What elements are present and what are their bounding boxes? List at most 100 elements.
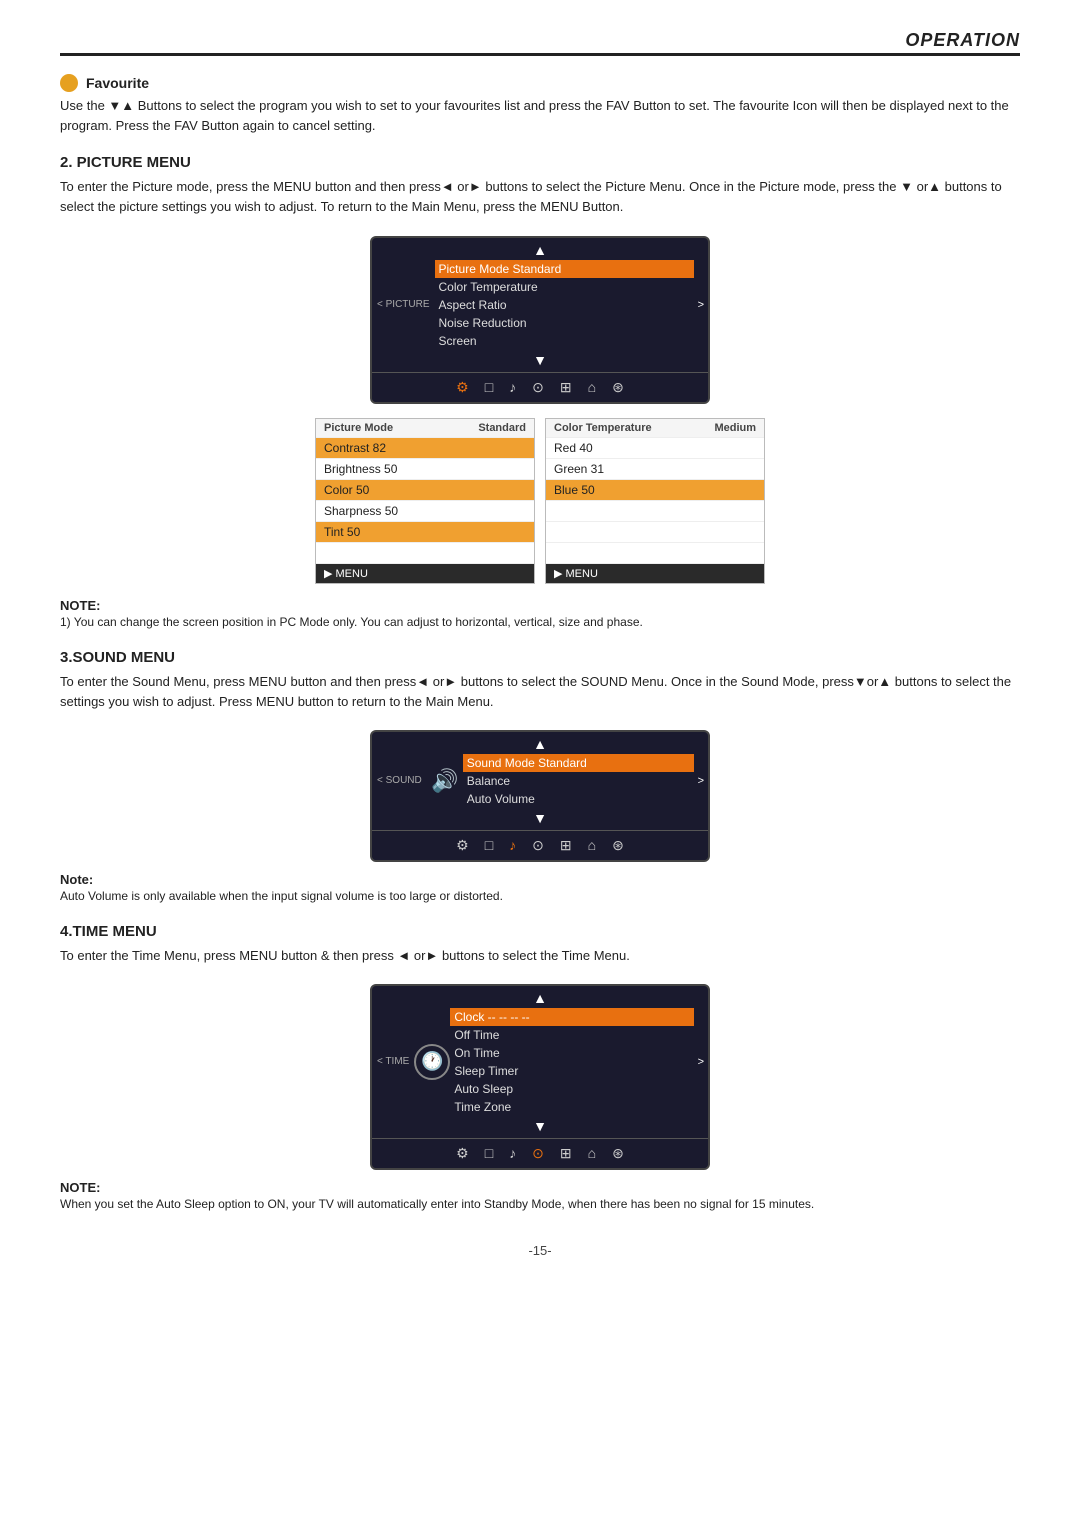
page-title: OPERATION bbox=[905, 30, 1020, 51]
display-icon3: □ bbox=[485, 1145, 493, 1162]
picture-contrast-row: Contrast 82 bbox=[316, 438, 534, 459]
time-note-title: NOTE: bbox=[60, 1180, 100, 1195]
clock-icon: 🕐 bbox=[414, 1044, 450, 1080]
picture-menu-item-1-text: Color Temperature bbox=[435, 280, 686, 294]
picture-left-panel-header: Picture Mode Standard bbox=[316, 419, 534, 438]
sound-menu-arrow-up: ▲ bbox=[372, 732, 708, 754]
sound-menu-description: To enter the Sound Menu, press MENU butt… bbox=[60, 672, 1020, 712]
time-note-section: NOTE: When you set the Auto Sleep option… bbox=[60, 1180, 1020, 1213]
time-menu-title: 4.TIME MENU bbox=[60, 923, 1020, 940]
picture-tint-row: Tint 50 bbox=[316, 522, 534, 543]
time-menu-item-1-text: Off Time bbox=[450, 1028, 685, 1042]
sound-speaker-icon: 🔊 bbox=[427, 763, 463, 799]
tint-label: Tint 50 bbox=[324, 525, 360, 539]
picture-menu-icon-bar: ⚙ □ ♪ ⊙ ⊞ ⌂ ⊛ bbox=[372, 372, 708, 402]
picture-menu-content-row: < PICTURE Picture Mode Standard Color Te… bbox=[372, 260, 708, 350]
sound-menu-item-0-text: Sound Mode Standard bbox=[463, 756, 686, 770]
picture-menu-left-label: < PICTURE bbox=[372, 299, 435, 310]
time-menu-item-4-text: Auto Sleep bbox=[450, 1082, 685, 1096]
picture-color-row: Color 50 bbox=[316, 480, 534, 501]
picture-left-menu-label: ▶ MENU bbox=[324, 567, 368, 580]
time-menu-item-2: On Time bbox=[450, 1044, 693, 1062]
contrast-label: Contrast 82 bbox=[324, 441, 386, 455]
sound-menu-item-0: Sound Mode Standard bbox=[463, 754, 694, 772]
blue-label: Blue 50 bbox=[554, 483, 595, 497]
picture-sharpness-row: Sharpness 50 bbox=[316, 501, 534, 522]
color-label: Color 50 bbox=[324, 483, 369, 497]
time-menu-left-label: < TIME bbox=[372, 1056, 414, 1067]
picture-menu-arrow-up: ▲ bbox=[372, 238, 708, 260]
time-menu-item-5-text: Time Zone bbox=[450, 1100, 685, 1114]
time-menu-arrow-up: ▲ bbox=[372, 986, 708, 1008]
picture-menu-item-1: Color Temperature bbox=[435, 278, 694, 296]
page: OPERATION Favourite Use the ▼▲ Buttons t… bbox=[0, 0, 1080, 1532]
sound-note-text: Auto Volume is only available when the i… bbox=[60, 887, 1020, 905]
color-temp-label: Color Temperature bbox=[554, 422, 652, 434]
picture-menu-item-4: Screen bbox=[435, 332, 694, 350]
time-menu-item-4: Auto Sleep bbox=[450, 1080, 693, 1098]
favourite-icon bbox=[60, 74, 78, 92]
display-icon2: □ bbox=[485, 837, 493, 854]
picture-menu-item-4-text: Screen bbox=[435, 334, 686, 348]
picture-right-panel: Color Temperature Medium Red 40 Green 31… bbox=[545, 418, 765, 584]
picture-menu-item-2-text: Aspect Ratio bbox=[435, 298, 686, 312]
picture-left-panel: Picture Mode Standard Contrast 82 Bright… bbox=[315, 418, 535, 584]
time-menu-icon-bar: ⚙ □ ♪ ⊙ ⊞ ⌂ ⊛ bbox=[372, 1138, 708, 1168]
picture-brightness-row: Brightness 50 bbox=[316, 459, 534, 480]
picture-menu-right-arrow: > bbox=[694, 299, 708, 311]
time-menu-content-row: < TIME 🕐 Clock -- -- -- -- Off Time On T… bbox=[372, 1008, 708, 1116]
picture-left-menu-row: ▶ MENU bbox=[316, 564, 534, 583]
sound-menu-arrow-down: ▼ bbox=[372, 808, 708, 830]
gear-icon2: ⚙ bbox=[456, 837, 469, 854]
picture-menu-description: To enter the Picture mode, press the MEN… bbox=[60, 177, 1020, 217]
time-menu-item-0: Clock -- -- -- -- bbox=[450, 1008, 693, 1026]
red-label: Red 40 bbox=[554, 441, 593, 455]
sound-icon: ♪ bbox=[509, 379, 516, 396]
time-menu-item-5: Time Zone bbox=[450, 1098, 693, 1116]
sound-note-section: Note: Auto Volume is only available when… bbox=[60, 872, 1020, 905]
picture-right-menu-row: ▶ MENU bbox=[546, 564, 764, 583]
home-icon: ⌂ bbox=[588, 379, 596, 396]
settings4-icon: ⊛ bbox=[612, 1145, 624, 1162]
picture-mode-label: Picture Mode bbox=[324, 422, 393, 434]
sound-menu-items: Sound Mode Standard Balance Auto Volume bbox=[463, 754, 694, 808]
grid-icon: ⊞ bbox=[560, 379, 572, 396]
home-icon2: ⌂ bbox=[588, 837, 596, 854]
time-menu-description: To enter the Time Menu, press MENU butto… bbox=[60, 946, 1020, 966]
note1-section: NOTE: 1) You can change the screen posit… bbox=[60, 598, 1020, 631]
header-bar: OPERATION bbox=[60, 30, 1020, 56]
sound-menu-title: 3.SOUND MENU bbox=[60, 649, 1020, 666]
favourite-description: Use the ▼▲ Buttons to select the program… bbox=[60, 96, 1020, 136]
power-icon3: ⊙ bbox=[532, 1145, 544, 1162]
picture-right-empty1 bbox=[546, 501, 764, 522]
gear-icon: ⚙ bbox=[456, 379, 469, 396]
sound-menu-right-arrow: > bbox=[694, 775, 708, 787]
sound-menu-item-2-text: Auto Volume bbox=[463, 792, 686, 806]
picture-empty-row bbox=[316, 543, 534, 564]
picture-menu-item-3-text: Noise Reduction bbox=[435, 316, 686, 330]
grid-icon3: ⊞ bbox=[560, 1145, 572, 1162]
picture-menu-ui-wrapper: ▲ < PICTURE Picture Mode Standard Color … bbox=[60, 236, 1020, 404]
picture-menu-items: Picture Mode Standard Color Temperature … bbox=[435, 260, 694, 350]
picture-right-menu-label: ▶ MENU bbox=[554, 567, 598, 580]
page-number: -15- bbox=[60, 1243, 1020, 1258]
sound-menu-ui-wrapper: ▲ < SOUND 🔊 Sound Mode Standard Balance … bbox=[60, 730, 1020, 862]
picture-menu-item-0-text: Picture Mode Standard bbox=[435, 262, 686, 276]
sound-menu-ui-box: ▲ < SOUND 🔊 Sound Mode Standard Balance … bbox=[370, 730, 710, 862]
picture-green-row: Green 31 bbox=[546, 459, 764, 480]
display-icon: □ bbox=[485, 379, 493, 396]
settings3-icon: ⊛ bbox=[612, 837, 624, 854]
time-menu-arrow-down: ▼ bbox=[372, 1116, 708, 1138]
picture-menu-item-2: Aspect Ratio bbox=[435, 296, 694, 314]
home-icon3: ⌂ bbox=[588, 1145, 596, 1162]
sound-menu-icon-bar: ⚙ □ ♪ ⊙ ⊞ ⌂ ⊛ bbox=[372, 830, 708, 860]
favourite-section-header: Favourite bbox=[60, 74, 1020, 92]
color-temp-value: Medium bbox=[714, 422, 756, 434]
sound-menu-item-2: Auto Volume bbox=[463, 790, 694, 808]
sound-menu-item-1: Balance bbox=[463, 772, 694, 790]
note1-text: 1) You can change the screen position in… bbox=[60, 613, 1020, 631]
sound-menu-left-label: < SOUND bbox=[372, 775, 427, 786]
picture-blue-row: Blue 50 bbox=[546, 480, 764, 501]
picture-right-panel-header: Color Temperature Medium bbox=[546, 419, 764, 438]
time-menu-items: Clock -- -- -- -- Off Time On Time Sleep… bbox=[450, 1008, 693, 1116]
